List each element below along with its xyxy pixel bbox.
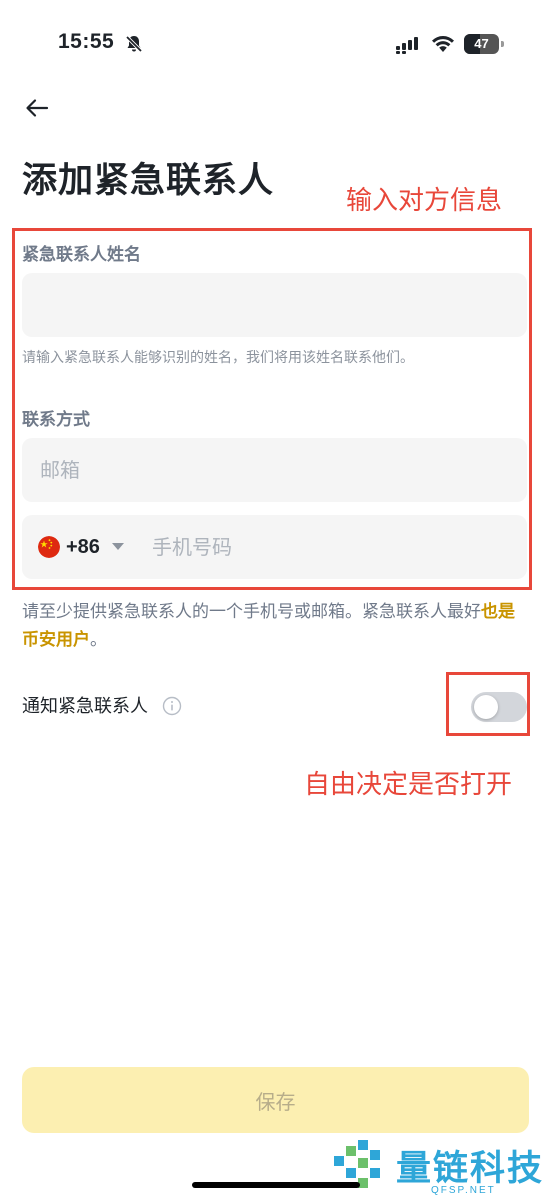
email-input[interactable] bbox=[22, 438, 527, 502]
notify-label: 通知紧急联系人 bbox=[22, 696, 148, 717]
bell-off-icon bbox=[125, 35, 143, 53]
battery-level: 47 bbox=[474, 36, 489, 51]
annotation-toggle-hint: 自由决定是否打开 bbox=[304, 770, 513, 800]
name-input[interactable] bbox=[22, 273, 527, 337]
info-icon[interactable] bbox=[162, 696, 182, 716]
status-bar: 15:55 47 bbox=[0, 0, 551, 90]
battery-body: 47 bbox=[464, 34, 499, 54]
arrow-left-icon bbox=[26, 99, 49, 117]
page-title: 添加紧急联系人 bbox=[22, 161, 275, 201]
back-button[interactable] bbox=[20, 92, 54, 124]
chevron-down-icon bbox=[111, 543, 124, 550]
phone-row: +86 bbox=[22, 515, 527, 579]
save-button[interactable]: 保存 bbox=[22, 1067, 529, 1133]
name-field-label: 紧急联系人姓名 bbox=[22, 245, 141, 265]
battery-cap bbox=[501, 41, 504, 47]
annotation-box-toggle bbox=[446, 672, 530, 736]
note-text: 请至少提供紧急联系人的一个手机号或邮箱。紧急联系人最好 bbox=[22, 602, 481, 622]
phone-input[interactable] bbox=[134, 515, 514, 579]
battery-icon: 47 bbox=[464, 34, 504, 54]
note-suffix: 。 bbox=[90, 630, 107, 650]
contact-method-label: 联系方式 bbox=[22, 410, 90, 430]
signal-icon bbox=[396, 37, 418, 54]
annotation-input-hint: 输入对方信息 bbox=[346, 186, 503, 216]
name-helper-text: 请输入紧急联系人能够识别的姓名，我们将用该姓名联系他们。 bbox=[22, 350, 414, 366]
cn-flag-icon bbox=[38, 536, 60, 558]
contact-requirement-note: 请至少提供紧急联系人的一个手机号或邮箱。紧急联系人最好也是币安用户。 bbox=[22, 598, 530, 654]
country-code-picker[interactable]: +86 bbox=[38, 515, 124, 579]
status-time: 15:55 bbox=[58, 30, 115, 53]
home-indicator bbox=[192, 1182, 360, 1188]
wifi-icon bbox=[432, 36, 454, 52]
watermark-domain: QFSP.NET bbox=[431, 1185, 496, 1196]
country-code: +86 bbox=[66, 535, 100, 558]
watermark-text: 量链科技 bbox=[396, 1149, 545, 1189]
